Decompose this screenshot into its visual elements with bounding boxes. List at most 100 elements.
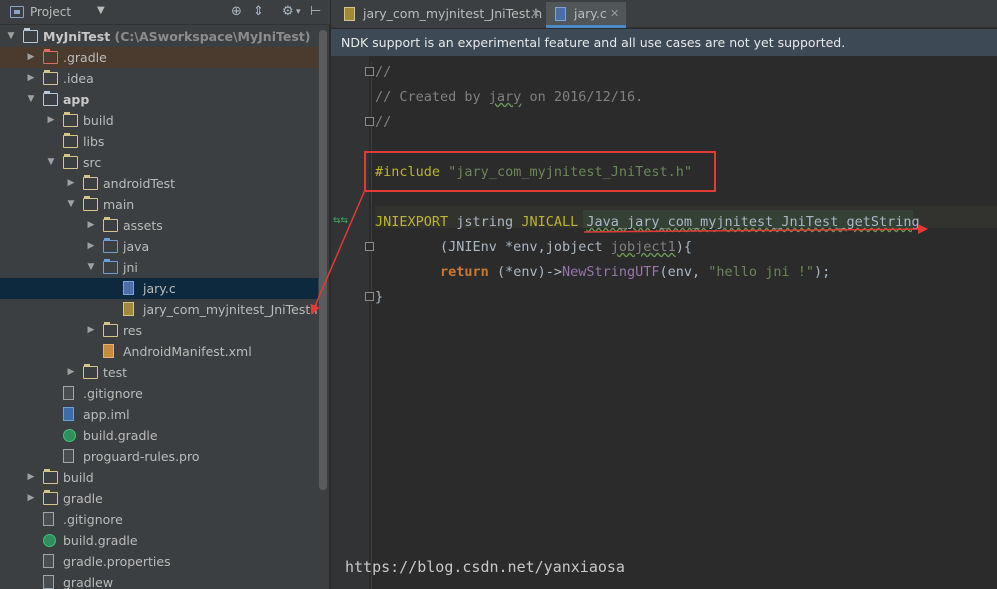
- collapsed-arrow-icon[interactable]: ▶: [25, 488, 37, 509]
- tree-item[interactable]: ▶ build: [0, 467, 318, 488]
- collapsed-arrow-icon[interactable]: ▶: [25, 47, 37, 68]
- tree-item[interactable]: gradle.properties: [0, 551, 318, 572]
- collapsed-arrow-icon[interactable]: ▶: [85, 236, 97, 257]
- close-icon[interactable]: ✕: [531, 2, 540, 26]
- tree-scrollbar[interactable]: [319, 30, 327, 490]
- tree-item[interactable]: ▼ main: [0, 194, 318, 215]
- tree-item[interactable]: ▶ res: [0, 320, 318, 341]
- fold-guide: [371, 62, 372, 589]
- source-folder-icon: [103, 238, 118, 253]
- code-line-2[interactable]: // Created by jary on 2016/12/16.: [375, 86, 643, 108]
- tree-item[interactable]: .gitignore: [0, 383, 318, 404]
- text-file-icon: [43, 554, 54, 568]
- expanded-arrow-icon[interactable]: ▼: [25, 89, 37, 110]
- folder-icon: [43, 469, 58, 484]
- comment-text: on 2016/12/16.: [521, 89, 644, 105]
- tree-item-label: gradle.properties: [63, 554, 171, 569]
- editor-gutter: [331, 56, 369, 589]
- tree-item[interactable]: ▶ androidTest: [0, 173, 318, 194]
- manifest-file-icon: [103, 344, 114, 358]
- hide-panel-icon[interactable]: ⊢: [310, 4, 321, 19]
- tree-item[interactable]: AndroidManifest.xml: [0, 341, 318, 362]
- jnicall-macro: JNICALL: [521, 214, 579, 230]
- fold-icon[interactable]: [365, 117, 374, 126]
- tree-item[interactable]: proguard-rules.pro: [0, 446, 318, 467]
- collapsed-arrow-icon[interactable]: ▶: [45, 110, 57, 131]
- tab-c-file[interactable]: jary.c ✕: [546, 2, 626, 28]
- tree-item[interactable]: ▶ assets: [0, 215, 318, 236]
- tree-item[interactable]: gradlew: [0, 572, 318, 589]
- newstringutf-call: NewStringUTF: [561, 264, 660, 280]
- tree-item-label: jary_com_myjnitest_JniTest.h: [143, 302, 318, 317]
- tree-item[interactable]: ▶ .idea: [0, 68, 318, 89]
- tree-item-label: jni: [123, 260, 138, 275]
- tree-item[interactable]: ▼ app: [0, 89, 318, 110]
- code-line-3[interactable]: //: [375, 111, 391, 133]
- navigate-declaration-icon[interactable]: ⇆⇆: [333, 216, 348, 226]
- fold-icon[interactable]: [365, 292, 374, 301]
- tree-item[interactable]: jary.c: [0, 278, 318, 299]
- collapsed-arrow-icon[interactable]: ▶: [25, 467, 37, 488]
- tree-item-label: .gitignore: [83, 386, 143, 401]
- expanded-arrow-icon[interactable]: ▼: [5, 26, 17, 47]
- tree-item[interactable]: ▶ .gradle: [0, 47, 318, 68]
- tree-item[interactable]: ▼ jni: [0, 257, 318, 278]
- deref-text: (*env)->: [488, 264, 562, 280]
- tree-item[interactable]: ▶ java: [0, 236, 318, 257]
- tree-item-label: libs: [83, 134, 105, 149]
- tree-item-label: build: [83, 113, 114, 128]
- tree-item[interactable]: build.gradle: [0, 530, 318, 551]
- expanded-arrow-icon[interactable]: ▼: [45, 152, 57, 173]
- tab-header-file[interactable]: jary_com_myjnitest_JniTest.h ✕: [335, 2, 545, 28]
- code-line-params[interactable]: (JNIEnv *env,jobject jobject1){: [375, 236, 692, 258]
- collapsed-arrow-icon[interactable]: ▶: [25, 68, 37, 89]
- folder-icon: [103, 322, 118, 337]
- tree-item[interactable]: ▶ test: [0, 362, 318, 383]
- tree-item-label: java: [123, 239, 150, 254]
- tree-item[interactable]: ▶ gradle: [0, 488, 318, 509]
- tree-item[interactable]: ▶ build: [0, 110, 318, 131]
- tree-item[interactable]: ▼ src: [0, 152, 318, 173]
- code-line-signature[interactable]: JNIEXPORT jstring JNICALL Java_jary_com_…: [375, 211, 920, 233]
- tree-item-label: .idea: [63, 71, 94, 86]
- code-line-1[interactable]: //: [375, 61, 391, 83]
- tree-item[interactable]: ▼ MyJniTest (C:\ASworkspace\MyJniTest): [0, 26, 318, 47]
- tree-item[interactable]: app.iml: [0, 404, 318, 425]
- module-icon: [23, 28, 38, 43]
- folder-icon: [83, 364, 98, 379]
- gear-icon[interactable]: ⚙: [282, 4, 294, 19]
- project-view-icon[interactable]: [10, 6, 24, 18]
- watermark: https://blog.csdn.net/yanxiaosa: [345, 558, 625, 576]
- project-view-label[interactable]: Project: [30, 5, 71, 19]
- tree-item[interactable]: build.gradle: [0, 425, 318, 446]
- c-file-icon: [123, 281, 134, 295]
- close-icon[interactable]: ✕: [610, 2, 619, 26]
- tree-item-label: AndroidManifest.xml: [123, 344, 252, 359]
- gear-dropdown-icon[interactable]: ▾: [296, 7, 301, 17]
- hello-string: "hello jni !": [708, 264, 814, 280]
- collapsed-arrow-icon[interactable]: ▶: [85, 320, 97, 341]
- code-line-return[interactable]: return (*env)->NewStringUTF(env, "hello …: [375, 261, 830, 283]
- code-line-close[interactable]: }: [375, 286, 383, 308]
- gradle-file-icon: [63, 429, 76, 442]
- chevron-down-icon[interactable]: ▼: [97, 5, 105, 16]
- collapse-all-icon[interactable]: ⇕: [253, 4, 264, 19]
- tree-item-label: gradlew: [63, 575, 114, 589]
- fold-icon[interactable]: [365, 67, 374, 76]
- excluded-folder-icon: [43, 49, 58, 64]
- collapsed-arrow-icon[interactable]: ▶: [65, 173, 77, 194]
- text-file-icon: [43, 512, 54, 526]
- comment-text: // Created by: [375, 89, 489, 105]
- fold-icon[interactable]: [365, 242, 374, 251]
- tree-item[interactable]: .gitignore: [0, 509, 318, 530]
- target-icon[interactable]: ⊕: [231, 4, 242, 19]
- tree-item-label: src: [83, 155, 102, 170]
- folder-icon: [63, 112, 78, 127]
- ndk-notice-banner: NDK support is an experimental feature a…: [331, 29, 997, 56]
- expanded-arrow-icon[interactable]: ▼: [85, 257, 97, 278]
- tree-item[interactable]: libs: [0, 131, 318, 152]
- expanded-arrow-icon[interactable]: ▼: [65, 194, 77, 215]
- collapsed-arrow-icon[interactable]: ▶: [65, 362, 77, 383]
- collapsed-arrow-icon[interactable]: ▶: [85, 215, 97, 236]
- tree-item[interactable]: jary_com_myjnitest_JniTest.h: [0, 299, 318, 320]
